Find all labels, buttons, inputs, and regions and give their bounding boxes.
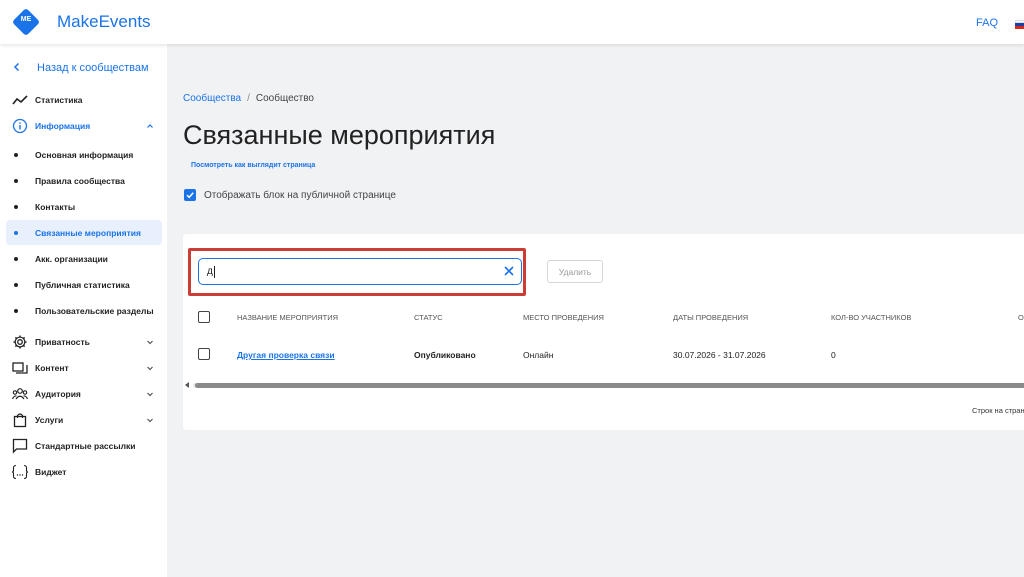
delete-button[interactable]: Удалить [547,260,603,283]
sidebar-subitem-related-events[interactable]: Связанные мероприятия [6,220,162,245]
bullet-dot [14,282,18,287]
text-cursor [213,265,215,278]
breadcrumb-communities-link[interactable]: Сообщества [183,93,241,104]
sidebar-subitem-contacts[interactable]: Контакты [6,194,162,219]
checkmark-icon [186,192,194,199]
bullet-dot [14,178,18,183]
show-block-checkbox[interactable] [184,189,196,201]
folder-icon [8,356,32,380]
bullet-dot [14,152,18,157]
sidebar-item-label: Приватность [35,337,90,347]
row-checkbox[interactable] [198,348,210,360]
chevron-up-icon [147,124,153,128]
chat-icon [8,434,32,458]
event-place: Онлайн [523,350,554,360]
sidebar-subitem-accredited-orgs[interactable]: Акк. организации [6,246,162,271]
bullet-dot [14,204,18,209]
column-header-truncated[interactable]: О [1018,313,1024,322]
braces-icon [8,460,32,484]
sidebar-item-label: Информация [35,121,91,131]
sidebar-subitem-label: Связанные мероприятия [35,227,141,238]
faq-link[interactable]: FAQ [976,17,998,29]
column-header-place[interactable]: Место проведения [523,313,604,322]
bag-icon [8,408,32,432]
horizontal-scrollbar-thumb[interactable] [195,383,1024,388]
sidebar-item-information[interactable]: Информация [6,114,162,138]
scroll-left-arrow-icon[interactable] [185,382,189,388]
event-dates: 30.07.2026 - 31.07.2026 [673,350,766,360]
clear-icon[interactable] [503,265,515,277]
sidebar-subitem-label: Пользовательские разделы [35,305,154,316]
show-block-toggle[interactable]: Отображать блок на публичной странице [184,189,396,201]
column-header-status[interactable]: Статус [414,313,443,322]
logo[interactable]: ME [11,7,41,37]
breadcrumb-separator: / [247,93,250,104]
show-block-label: Отображать блок на публичной странице [204,189,396,201]
bullet-dot [14,308,18,313]
chevron-down-icon [147,418,153,423]
sidebar-item-label: Стандартные рассылки [35,441,136,451]
page-title: Связанные мероприятия [183,120,496,150]
bullet-dot [14,256,18,261]
brand-name[interactable]: MakeEvents [57,12,151,32]
breadcrumb: Сообщества / Сообщество [183,93,314,104]
search-input-value: д [207,266,213,277]
back-label: Назад к сообществам [37,62,149,74]
people-icon [8,382,32,406]
sidebar-subitem-public-stats[interactable]: Публичная статистика [6,272,162,297]
sidebar-item-label: Услуги [35,415,64,425]
preview-page-link[interactable]: Посмотреть как выглядит страница [191,162,315,169]
column-header-participants[interactable]: Кол-во участников [831,313,911,322]
sidebar-item-label: Статистика [35,95,83,105]
chevron-down-icon [147,340,153,345]
sidebar-subitem-label: Акк. организации [35,253,108,264]
info-icon [8,114,32,138]
sidebar-item-services[interactable]: Услуги [6,408,162,432]
logo-text: ME [20,16,32,23]
event-participants: 0 [831,350,836,360]
rows-per-page-label: Строк на стран [972,406,1024,415]
sidebar-item-label: Виджет [35,467,67,477]
sidebar-subitem-main-info[interactable]: Основная информация [6,142,162,167]
column-header-name[interactable]: Название мероприятия [237,313,338,322]
event-status: Опубликовано [414,350,476,360]
sidebar-item-statistics[interactable]: Статистика [6,88,162,112]
sidebar-subitem-label: Правила сообщества [35,175,125,186]
sidebar-subitem-label: Основная информация [35,149,134,160]
russian-flag-icon[interactable] [1015,20,1024,29]
breadcrumb-current: Сообщество [255,93,314,104]
top-header: ME MakeEvents FAQ [0,0,1024,44]
sidebar-item-audience[interactable]: Аудитория [6,382,162,406]
chart-line-icon [8,88,32,112]
sidebar-item-privacy[interactable]: Приватность [6,330,162,354]
bullet-dot [14,230,18,235]
chevron-left-icon [12,61,28,75]
sidebar-item-content[interactable]: Контент [6,356,162,380]
sidebar-item-label: Аудитория [35,389,81,399]
select-all-checkbox[interactable] [198,311,210,323]
sidebar-subitem-label: Контакты [35,201,76,212]
sidebar-item-standard-mailings[interactable]: Стандартные рассылки [6,434,162,458]
chevron-down-icon [147,366,153,371]
back-to-communities-link[interactable]: Назад к сообществам [12,61,149,75]
event-name-link[interactable]: Другая проверка связи [237,350,335,360]
sidebar-item-widget[interactable]: Виджет [6,460,162,484]
gear-icon [8,330,32,354]
search-input[interactable]: д [198,258,522,285]
chevron-down-icon [147,392,153,397]
column-header-dates[interactable]: Даты проведения [673,313,748,322]
sidebar-subitem-label: Публичная статистика [35,279,130,290]
sidebar-item-label: Контент [35,363,69,373]
sidebar-subitem-rules[interactable]: Правила сообщества [6,168,162,193]
sidebar-subitem-custom-sections[interactable]: Пользовательские разделы [6,298,162,323]
